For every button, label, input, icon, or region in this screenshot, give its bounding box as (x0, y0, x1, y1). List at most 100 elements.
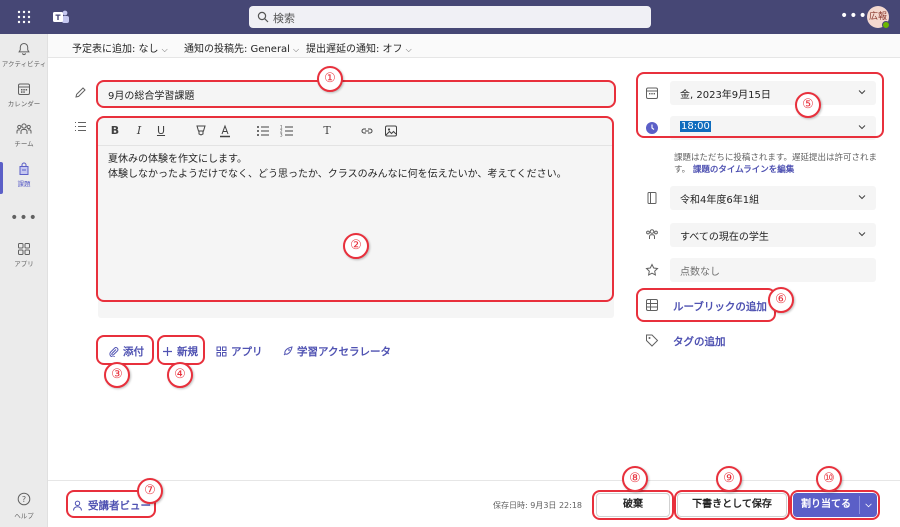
numbered-list-icon[interactable]: 123 (280, 124, 294, 138)
class-value: 令和4年度6年1組 (680, 195, 760, 206)
saved-timestamp: 保存日時: 9月3日 22:18 (493, 501, 583, 510)
options-bar: 予定表に追加: なし ⌵ 通知の投稿先: General ⌵ 提出遅延の通知: オフ… (48, 34, 900, 58)
apps-label: アプリ (231, 346, 263, 358)
italic-button[interactable]: I (132, 124, 146, 138)
timeline-note: 課題はただちに投稿されます。遅延提出は許可されます。 課題のタイムラインを編集 (674, 152, 878, 176)
tag-icon (646, 334, 659, 347)
bold-button[interactable]: B (108, 124, 122, 138)
due-time-picker[interactable]: 18:00 (670, 116, 876, 140)
accelerator-label: 学習アクセラレータ (297, 346, 391, 358)
annotation-badge-7: ⑦ (137, 478, 163, 504)
search-placeholder: 検索 (273, 12, 295, 25)
rail-item-label: カレンダー (7, 100, 41, 108)
annotation-badge-1: ① (317, 66, 343, 92)
clear-format-button[interactable]: T (320, 124, 334, 138)
annotation-badge-4: ④ (167, 362, 193, 388)
rail-item-apps[interactable]: アプリ (0, 240, 48, 280)
add-tags-link[interactable]: タグの追加 (673, 334, 726, 349)
rail-item-teams[interactable]: チーム (0, 120, 48, 160)
annotation-badge-8: ⑧ (622, 466, 648, 492)
chevron-down-icon (858, 125, 866, 130)
apps-icon (18, 243, 30, 255)
class-select[interactable]: 令和4年度6年1組 (670, 186, 876, 210)
class-notebook-icon (647, 192, 657, 204)
annotation-badge-6: ⑥ (768, 287, 794, 313)
list-icon (75, 122, 86, 131)
due-time-value: 18:00 (680, 121, 711, 132)
paperclip-icon (109, 347, 119, 358)
students-select[interactable]: すべての現在の学生 (670, 223, 876, 247)
rail-item-assignments[interactable]: 課題 (0, 160, 48, 200)
instructions-line: 体験しなかったようだけでなく、どう思ったか、クラスのみんなに何を伝えたいか、考え… (108, 169, 567, 180)
new-button[interactable]: 新規 (162, 344, 198, 359)
rail-item-label: アプリ (14, 260, 34, 268)
chevron-down-icon: ⌵ (405, 45, 412, 54)
chevron-down-icon (858, 195, 866, 200)
apps-icon (216, 346, 227, 357)
rail-item-activity[interactable]: アクティビティ (0, 40, 48, 80)
clock-icon (646, 122, 658, 134)
pencil-icon (75, 87, 86, 98)
learner-view-label: 受講者ビュー (88, 500, 151, 512)
edit-timeline-link[interactable]: 課題のタイムラインを編集 (693, 165, 794, 175)
left-rail: アクティビティ カレンダー チーム 課題 ••• アプリ (0, 34, 48, 527)
format-toolbar: B I U 123 T (98, 118, 614, 146)
instructions-line: 夏休みの体験を作文にします。 (108, 154, 247, 165)
app-launcher-icon[interactable] (16, 9, 32, 25)
due-date-value: 金, 2023年9月15日 (680, 90, 771, 101)
annotation-badge-5: ⑤ (795, 92, 821, 118)
new-label: 新規 (177, 346, 198, 358)
learning-accelerator-button[interactable]: 学習アクセラレータ (282, 344, 391, 359)
rail-item-label: 課題 (17, 180, 31, 188)
dropdown-label: 通知の投稿先: General (184, 44, 290, 55)
chevron-down-icon: ⌵ (161, 45, 168, 54)
rail-more-button[interactable]: ••• (0, 210, 48, 226)
post-to-dropdown[interactable]: 通知の投稿先: General ⌵ (184, 40, 299, 55)
learner-view-button[interactable]: 受講者ビュー (72, 498, 151, 513)
points-field[interactable]: 点数なし (670, 258, 876, 282)
highlight-icon[interactable] (194, 124, 208, 138)
save-draft-button[interactable]: 下書きとして保存 (677, 493, 787, 517)
svg-text:?: ? (22, 495, 26, 504)
apps-button[interactable]: アプリ (216, 344, 263, 359)
star-icon (645, 263, 659, 276)
annotation-badge-3: ③ (104, 362, 130, 388)
add-rubric-link[interactable]: ルーブリックの追加 (673, 299, 767, 314)
people-icon (16, 123, 32, 134)
person-icon (73, 500, 82, 511)
font-color-icon[interactable] (218, 124, 232, 138)
underline-button[interactable]: U (154, 124, 168, 138)
plus-icon (163, 347, 172, 356)
title-field[interactable]: 9月の総合学習課題 (98, 82, 614, 106)
due-date-picker[interactable]: 金, 2023年9月15日 (670, 81, 876, 105)
presence-status-icon (882, 21, 890, 29)
avatar[interactable]: 広報 (867, 6, 890, 29)
assignments-icon (19, 162, 29, 175)
dropdown-label: 提出遅延の通知: オフ (306, 44, 403, 55)
teams-logo-icon (53, 10, 69, 23)
annotation-badge-9: ⑨ (716, 466, 742, 492)
link-icon[interactable] (360, 124, 374, 138)
bullet-list-icon[interactable] (256, 124, 270, 138)
assign-options-chevron-icon[interactable]: ⌵ (860, 493, 877, 517)
chevron-down-icon: ⌵ (292, 45, 300, 54)
instructions-text[interactable]: 夏休みの体験を作文にします。 体験しなかったようだけでなく、どう思ったか、クラス… (108, 152, 604, 182)
more-options-button[interactable]: ••• (840, 8, 868, 24)
add-to-calendar-dropdown[interactable]: 予定表に追加: なし ⌵ (72, 40, 168, 55)
image-icon[interactable] (384, 124, 398, 138)
attach-label: 添付 (123, 346, 144, 358)
instructions-editor[interactable]: B I U 123 T 夏休みの体験を作文にします。 体験しなかったようだけでな… (98, 118, 614, 318)
help-label: ヘルプ (14, 512, 34, 520)
attach-button[interactable]: 添付 (108, 344, 144, 359)
late-notification-dropdown[interactable]: 提出遅延の通知: オフ ⌵ (306, 40, 412, 55)
bell-icon (18, 42, 30, 56)
search-input[interactable]: 検索 (249, 6, 651, 28)
assign-button[interactable]: 割り当てる ⌵ (793, 493, 877, 517)
help-icon: ? (17, 492, 31, 506)
help-button[interactable]: ? ヘルプ (0, 492, 48, 520)
rubric-grid-icon (646, 299, 658, 311)
rail-item-calendar[interactable]: カレンダー (0, 80, 48, 120)
discard-button[interactable]: 破棄 (596, 493, 670, 517)
calendar-icon (646, 87, 658, 99)
assign-label: 割り当てる (801, 499, 851, 510)
